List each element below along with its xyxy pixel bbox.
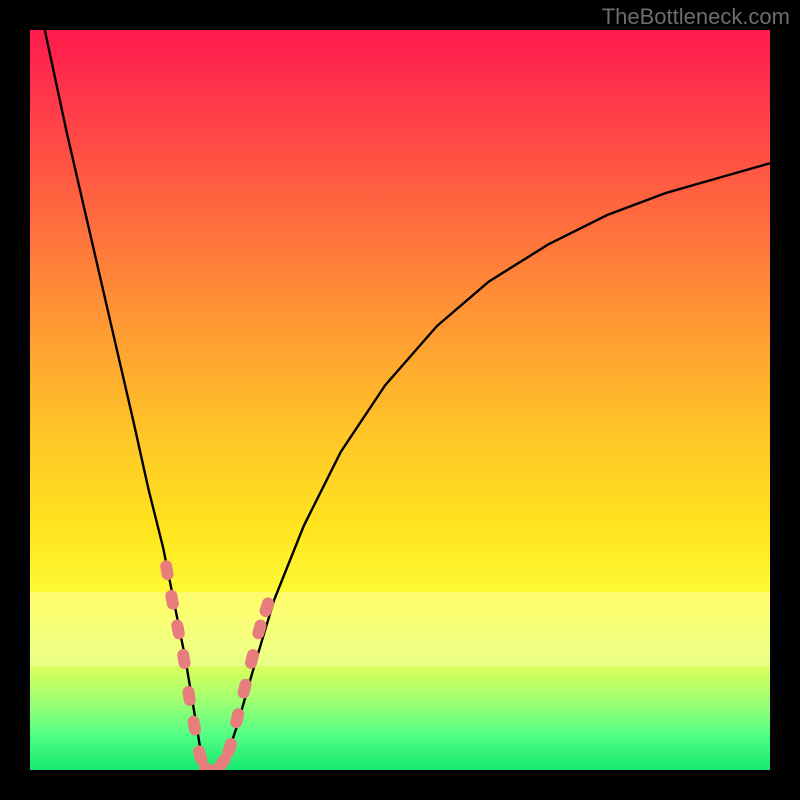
marker-point	[159, 559, 174, 581]
marker-point	[170, 618, 186, 640]
marker-point	[164, 589, 179, 611]
markers-group	[159, 559, 275, 770]
chart-frame: TheBottleneck.com	[0, 0, 800, 800]
marker-point	[251, 618, 268, 641]
bottleneck-curve	[45, 30, 770, 770]
curve-layer	[30, 30, 770, 770]
marker-point	[258, 596, 276, 619]
marker-point	[182, 685, 197, 707]
marker-point	[187, 715, 202, 737]
plot-area	[30, 30, 770, 770]
attribution-text: TheBottleneck.com	[602, 4, 790, 30]
marker-point	[176, 648, 191, 670]
marker-point	[229, 707, 245, 729]
